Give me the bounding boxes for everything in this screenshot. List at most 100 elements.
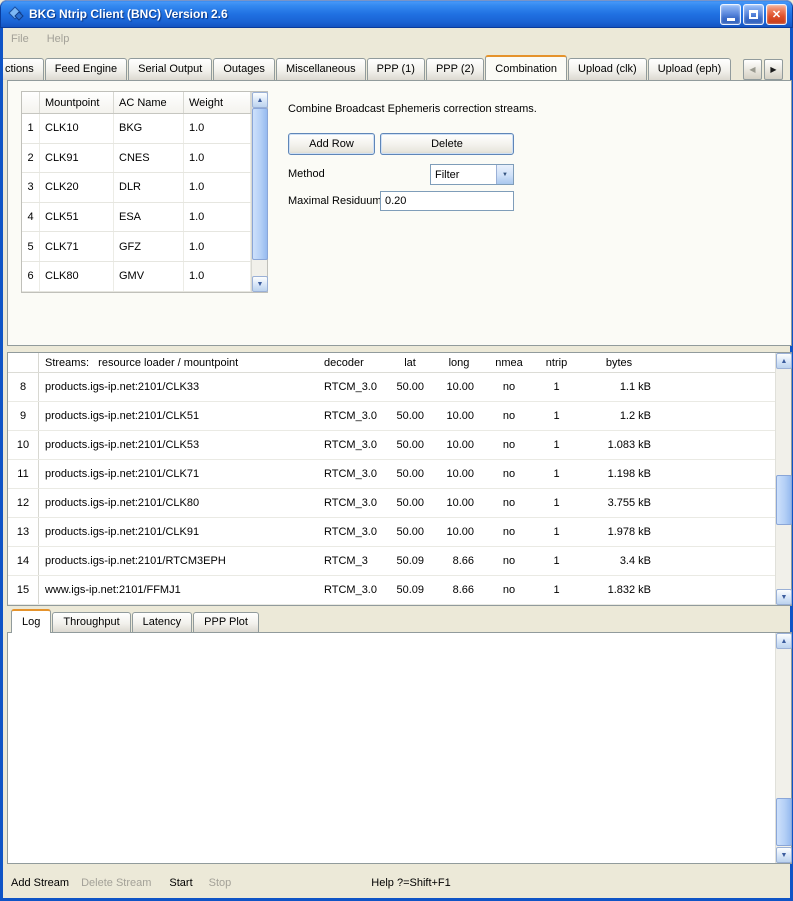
- tab-ppp-plot[interactable]: PPP Plot: [193, 612, 259, 632]
- stream-lat: 50.09: [386, 584, 434, 596]
- tab-scroll-arrows: ◀ ▶: [743, 59, 783, 80]
- stream-resource: products.igs-ip.net:2101/CLK91: [39, 526, 318, 538]
- stream-resource: products.igs-ip.net:2101/CLK80: [39, 497, 318, 509]
- mountpoint-row[interactable]: 1 CLK10 BKG 1.0: [22, 114, 267, 144]
- stream-row[interactable]: 12 products.igs-ip.net:2101/CLK80 RTCM_3…: [8, 489, 791, 518]
- combination-table-body: 1 CLK10 BKG 1.0 2 CLK91 CNES 1.0 3 CLK20…: [22, 114, 267, 292]
- stream-lat: 50.00: [386, 526, 434, 538]
- maximize-button[interactable]: [743, 4, 764, 25]
- scroll-up-icon[interactable]: ▲: [776, 353, 792, 369]
- stream-row[interactable]: 8 products.igs-ip.net:2101/CLK33 RTCM_3.…: [8, 373, 791, 402]
- tab-feed-engine[interactable]: Feed Engine: [45, 58, 127, 80]
- app-window: BKG Ntrip Client (BNC) Version 2.6 ✕ Fil…: [0, 0, 793, 901]
- add-row-button[interactable]: Add Row: [288, 133, 375, 155]
- cell-weight: 1.0: [184, 232, 251, 261]
- tab-upload-clk[interactable]: Upload (clk): [568, 58, 647, 80]
- col-long: long: [434, 357, 484, 369]
- combination-panel: Mountpoint AC Name Weight 1 CLK10 BKG 1.…: [7, 80, 792, 346]
- scrollbar-thumb[interactable]: [776, 475, 792, 525]
- stream-ntrip: 1: [534, 555, 579, 567]
- stream-lat: 50.00: [386, 497, 434, 509]
- delete-stream-action[interactable]: Delete Stream: [81, 877, 151, 889]
- stream-row[interactable]: 9 products.igs-ip.net:2101/CLK51 RTCM_3.…: [8, 402, 791, 431]
- row-number: 2: [22, 144, 40, 173]
- cell-ac-name: DLR: [114, 173, 184, 202]
- stream-row[interactable]: 15 www.igs-ip.net:2101/FFMJ1 RTCM_3.0 50…: [8, 576, 791, 605]
- scrollbar-thumb[interactable]: [252, 108, 268, 260]
- tab-log[interactable]: Log: [11, 609, 51, 633]
- log-scrollbar[interactable]: ▲ ▼: [775, 633, 791, 863]
- row-number: 3: [22, 173, 40, 202]
- stream-decoder: RTCM_3: [318, 555, 386, 567]
- method-value: Filter: [431, 169, 496, 181]
- window-body: File Help ctions Feed Engine Serial Outp…: [0, 28, 793, 901]
- tab-ppp-2[interactable]: PPP (2): [426, 58, 484, 80]
- method-select[interactable]: Filter ▼: [430, 164, 514, 185]
- tab-scroll-right-icon[interactable]: ▶: [764, 59, 783, 80]
- scroll-up-icon[interactable]: ▲: [252, 92, 268, 108]
- stream-nmea: no: [484, 497, 534, 509]
- help-hint: Help ?=Shift+F1: [371, 877, 451, 889]
- stream-row[interactable]: 11 products.igs-ip.net:2101/CLK71 RTCM_3…: [8, 460, 791, 489]
- col-ntrip: ntrip: [534, 357, 579, 369]
- residuum-input[interactable]: [380, 191, 514, 211]
- scroll-up-icon[interactable]: ▲: [776, 633, 792, 649]
- tab-upload-eph[interactable]: Upload (eph): [648, 58, 732, 80]
- tab-ppp-1[interactable]: PPP (1): [367, 58, 425, 80]
- stream-ntrip: 1: [534, 468, 579, 480]
- tab-latency[interactable]: Latency: [132, 612, 193, 632]
- menu-file[interactable]: File: [11, 33, 29, 45]
- app-icon: [8, 6, 24, 22]
- cell-mountpoint: CLK80: [40, 262, 114, 291]
- tab-serial-output[interactable]: Serial Output: [128, 58, 212, 80]
- maximize-icon: [749, 10, 758, 19]
- streams-scrollbar[interactable]: ▲ ▼: [775, 353, 791, 605]
- cell-mountpoint: CLK51: [40, 203, 114, 232]
- stop-action[interactable]: Stop: [209, 877, 232, 889]
- stream-decoder: RTCM_3.0: [318, 381, 386, 393]
- mountpoint-row[interactable]: 5 CLK71 GFZ 1.0: [22, 232, 267, 262]
- mountpoint-row[interactable]: 3 CLK20 DLR 1.0: [22, 173, 267, 203]
- tab-connections[interactable]: ctions: [3, 58, 44, 80]
- tab-throughput[interactable]: Throughput: [52, 612, 130, 632]
- stream-ntrip: 1: [534, 410, 579, 422]
- menu-help[interactable]: Help: [47, 33, 70, 45]
- stream-row[interactable]: 14 products.igs-ip.net:2101/RTCM3EPH RTC…: [8, 547, 791, 576]
- stream-number: 15: [8, 576, 39, 604]
- close-button[interactable]: ✕: [766, 4, 787, 25]
- stream-ntrip: 1: [534, 381, 579, 393]
- col-lat: lat: [386, 357, 434, 369]
- stream-nmea: no: [484, 410, 534, 422]
- residuum-label: Maximal Residuum: [288, 195, 382, 207]
- row-number: 4: [22, 203, 40, 232]
- scroll-down-icon[interactable]: ▼: [776, 589, 792, 605]
- tab-scroll-left-icon[interactable]: ◀: [743, 59, 762, 80]
- tab-strip: ctions Feed Engine Serial Output Outages…: [3, 54, 742, 80]
- tab-combination[interactable]: Combination: [485, 55, 567, 80]
- stream-long: 10.00: [434, 468, 484, 480]
- stream-nmea: no: [484, 381, 534, 393]
- stream-number: 11: [8, 460, 39, 488]
- combination-table-scrollbar[interactable]: ▲ ▼: [251, 92, 267, 292]
- stream-number: 13: [8, 518, 39, 546]
- tab-outages[interactable]: Outages: [213, 58, 275, 80]
- minimize-button[interactable]: [720, 4, 741, 25]
- delete-button[interactable]: Delete: [380, 133, 514, 155]
- stream-decoder: RTCM_3.0: [318, 468, 386, 480]
- scroll-down-icon[interactable]: ▼: [252, 276, 268, 292]
- stream-row[interactable]: 10 products.igs-ip.net:2101/CLK53 RTCM_3…: [8, 431, 791, 460]
- stream-row[interactable]: 13 products.igs-ip.net:2101/CLK91 RTCM_3…: [8, 518, 791, 547]
- method-label: Method: [288, 168, 325, 180]
- dropdown-arrow-icon[interactable]: ▼: [496, 165, 513, 184]
- mountpoint-row[interactable]: 2 CLK91 CNES 1.0: [22, 144, 267, 174]
- scrollbar-thumb[interactable]: [776, 798, 792, 846]
- stream-decoder: RTCM_3.0: [318, 439, 386, 451]
- add-stream-action[interactable]: Add Stream: [11, 877, 69, 889]
- scroll-down-icon[interactable]: ▼: [776, 847, 792, 863]
- mountpoint-row[interactable]: 4 CLK51 ESA 1.0: [22, 203, 267, 233]
- tab-miscellaneous[interactable]: Miscellaneous: [276, 58, 366, 80]
- mountpoint-row[interactable]: 6 CLK80 GMV 1.0: [22, 262, 267, 292]
- start-action[interactable]: Start: [169, 877, 192, 889]
- stream-long: 8.66: [434, 584, 484, 596]
- titlebar[interactable]: BKG Ntrip Client (BNC) Version 2.6 ✕: [0, 0, 793, 28]
